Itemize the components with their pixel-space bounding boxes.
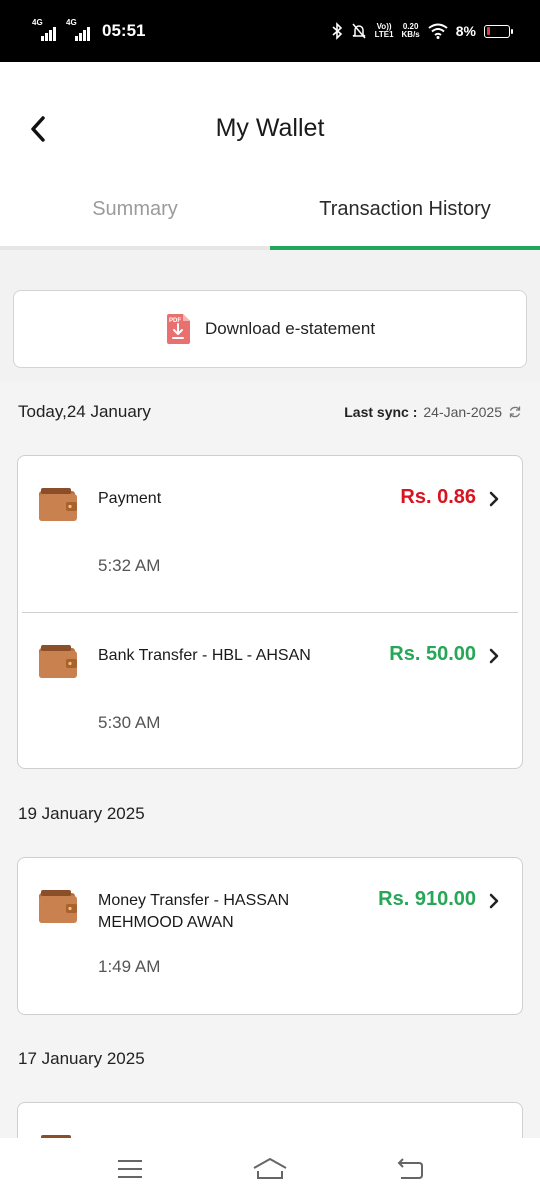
volte-indicator: Vo)) LTE1 (374, 22, 394, 39)
transaction-title: Bank Transfer - HBL - AHSAN (98, 647, 311, 664)
network-type-2: 4G (66, 18, 77, 27)
transaction-time: 5:32 AM (98, 556, 161, 575)
transaction-card: Money Transfer - HASSAN MEHMOOD AWAN Rs.… (17, 857, 523, 1015)
tab-bar: Summary Transaction History (0, 190, 540, 250)
date-header: Today,24 January Last sync : 24-Jan-2025 (18, 402, 522, 422)
bluetooth-icon (332, 22, 342, 40)
status-bar: 4G 4G 05:51 Vo)) LTE1 0.20 KB/s 8% (0, 0, 540, 62)
download-e-statement-button[interactable]: PDF Download e-statement (13, 290, 527, 368)
refresh-icon[interactable] (508, 405, 522, 419)
system-nav-bar (0, 1138, 540, 1200)
transaction-amount: Rs. 0.86 (400, 486, 476, 508)
header: My Wallet Summary Transaction History (0, 62, 540, 250)
date-header: 19 January 2025 (18, 804, 522, 824)
last-sync-label: Last sync : (344, 404, 418, 420)
signal-icon-sim2: 4G (66, 18, 92, 41)
net-speed: 0.20 KB/s (401, 22, 420, 39)
transaction-card: Payment Rs. 0.86 5:32 AM Bank Transfer -… (17, 455, 523, 769)
tab-summary[interactable]: Summary (0, 190, 270, 250)
transaction-amount: Rs. 50.00 (389, 643, 476, 665)
chevron-right-icon (489, 648, 499, 664)
pdf-icon-text: PDF (169, 318, 181, 324)
wifi-icon (428, 23, 448, 39)
back-icon (397, 1158, 423, 1179)
wallet-icon (39, 890, 77, 923)
transaction-title: Money Transfer - HASSAN MEHMOOD AWAN (98, 892, 290, 931)
transaction-amount: Rs. 910.00 (378, 888, 476, 910)
home-button[interactable] (245, 1149, 295, 1189)
last-sync-value: 24-Jan-2025 (423, 404, 502, 420)
pdf-download-icon: PDF (166, 314, 190, 344)
transaction-time: 1:49 AM (98, 957, 161, 976)
date-label: 19 January 2025 (18, 804, 145, 823)
tab-transaction-history[interactable]: Transaction History (270, 190, 540, 250)
recent-apps-button[interactable] (105, 1149, 155, 1189)
last-sync: Last sync : 24-Jan-2025 (344, 404, 522, 420)
battery-percent: 8% (455, 23, 476, 39)
transaction-row[interactable]: Money Transfer - HASSAN MEHMOOD AWAN Rs.… (18, 858, 522, 1014)
menu-icon (118, 1160, 142, 1178)
transaction-list[interactable]: Today,24 January Last sync :24-Jan-2025 … (0, 382, 540, 1138)
network-type-1: 4G (32, 18, 43, 27)
wallet-icon (39, 488, 77, 521)
clock: 05:51 (102, 21, 146, 40)
transaction-card[interactable] (17, 1102, 523, 1138)
signal-icon-sim1: 4G (32, 18, 58, 41)
transaction-row[interactable]: Bank Transfer - HBL - AHSAN Rs. 50.00 5:… (18, 613, 522, 768)
date-label: 17 January 2025 (18, 1049, 145, 1068)
status-left: 4G 4G 05:51 (32, 18, 146, 41)
status-right: Vo)) LTE1 0.20 KB/s 8% (331, 22, 513, 40)
tab-transaction-history-label: Transaction History (319, 198, 491, 220)
transaction-row[interactable]: Payment Rs. 0.86 5:32 AM (18, 456, 522, 612)
chevron-right-icon (489, 491, 499, 507)
home-icon (253, 1158, 287, 1179)
transaction-title: Payment (98, 490, 162, 507)
battery-icon (484, 24, 513, 38)
download-label: Download e-statement (204, 319, 376, 338)
tab-summary-label: Summary (92, 198, 178, 220)
date-label: Today,24 January (18, 402, 151, 421)
tab-active-underline (270, 246, 540, 250)
page-title: My Wallet (215, 114, 325, 142)
wallet-icon (39, 645, 77, 678)
transaction-time: 5:30 AM (98, 713, 161, 732)
mute-icon (351, 23, 366, 39)
chevron-right-icon (489, 893, 499, 909)
back-nav-button[interactable] (385, 1149, 435, 1189)
tab-summary-underline (0, 246, 270, 250)
date-header: 17 January 2025 (18, 1049, 522, 1069)
